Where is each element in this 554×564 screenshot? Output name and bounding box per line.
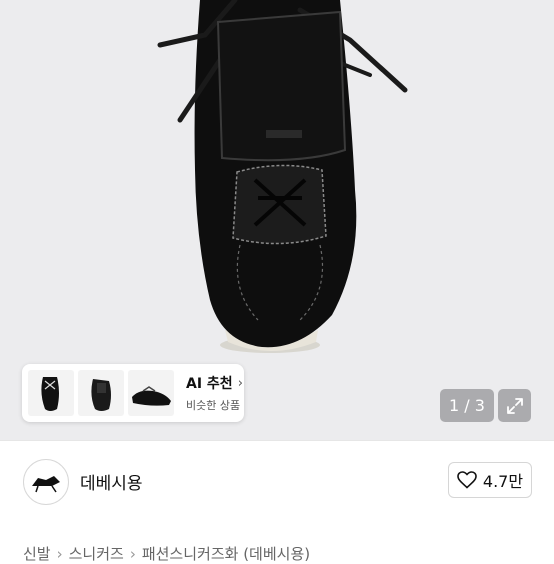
shop-logo-icon (32, 476, 60, 493)
breadcrumb-item[interactable]: (데베시용) (243, 545, 310, 563)
ai-recommend-title: AI 추천 › (186, 373, 243, 393)
breadcrumb-item[interactable]: 신발 (23, 545, 51, 563)
shoe-thumbnail-icon (91, 379, 111, 411)
ai-recommend-label: AI 추천 (186, 376, 233, 392)
ai-recommend-subtitle: 비슷한 상품 (186, 399, 241, 412)
product-image-carousel[interactable]: AI 추천 › 비슷한 상품 1 / 3 (0, 0, 554, 440)
thumbnail-3[interactable] (128, 370, 174, 416)
chevron-right-icon: › (237, 375, 243, 391)
like-button[interactable]: 4.7만 (448, 462, 532, 498)
ai-recommend-card[interactable]: AI 추천 › 비슷한 상품 (22, 364, 244, 422)
shoe-thumbnail-icon (132, 386, 171, 406)
expand-image-button[interactable] (498, 389, 531, 422)
thumbnail-1[interactable] (28, 370, 74, 416)
image-page-indicator: 1 / 3 (440, 389, 494, 422)
breadcrumb-item[interactable]: 패션스니커즈화 (142, 545, 239, 563)
shoe-thumbnail-icon (41, 377, 59, 411)
section-divider (0, 440, 554, 441)
breadcrumb-separator: › (56, 545, 63, 563)
breadcrumb-separator: › (129, 545, 136, 563)
heart-icon (457, 471, 477, 489)
shop-name[interactable]: 데베시용 (80, 469, 143, 494)
expand-icon (506, 397, 523, 414)
thumbnail-2[interactable] (78, 370, 124, 416)
ai-recommend-text[interactable]: AI 추천 › 비슷한 상품 (186, 373, 243, 413)
like-count: 4.7만 (482, 472, 524, 491)
shop-avatar[interactable] (23, 459, 69, 505)
breadcrumb-item[interactable]: 스니커즈 (69, 545, 124, 563)
